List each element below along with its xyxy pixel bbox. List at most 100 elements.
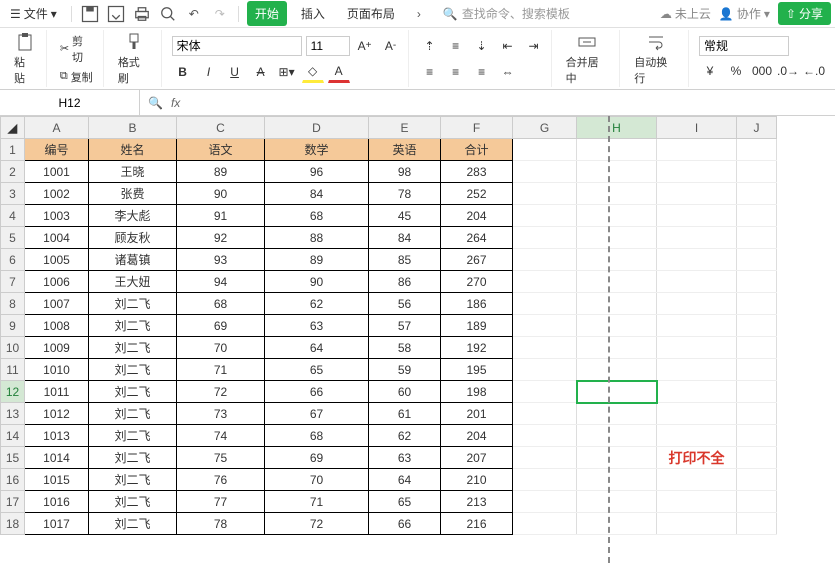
empty-cell[interactable] — [657, 403, 737, 425]
data-cell[interactable]: 68 — [265, 205, 369, 227]
data-cell[interactable]: 刘二飞 — [89, 425, 177, 447]
data-cell[interactable]: 1004 — [25, 227, 89, 249]
data-cell[interactable]: 王晓 — [89, 161, 177, 183]
cloud-status[interactable]: ☁ 未上云 — [660, 5, 711, 22]
strikethrough-button[interactable]: A — [250, 61, 272, 83]
data-cell[interactable]: 57 — [369, 315, 441, 337]
merge-across-icon[interactable]: ⇔ — [497, 61, 519, 83]
empty-cell[interactable] — [577, 139, 657, 161]
data-cell[interactable]: 186 — [441, 293, 513, 315]
decrease-indent-icon[interactable]: ⇤ — [497, 35, 519, 57]
print-icon[interactable] — [132, 4, 152, 24]
row-header[interactable]: 14 — [1, 425, 25, 447]
empty-cell[interactable] — [657, 293, 737, 315]
row-header[interactable]: 18 — [1, 513, 25, 535]
empty-cell[interactable] — [577, 227, 657, 249]
data-cell[interactable]: 84 — [369, 227, 441, 249]
row-header[interactable]: 13 — [1, 403, 25, 425]
data-cell[interactable]: 刘二飞 — [89, 491, 177, 513]
data-cell[interactable]: 刘二飞 — [89, 381, 177, 403]
data-cell[interactable]: 刘二飞 — [89, 359, 177, 381]
data-cell[interactable]: 207 — [441, 447, 513, 469]
empty-cell[interactable] — [577, 381, 657, 403]
data-cell[interactable]: 72 — [177, 381, 265, 403]
data-cell[interactable]: 89 — [177, 161, 265, 183]
empty-cell[interactable] — [577, 249, 657, 271]
data-cell[interactable]: 88 — [265, 227, 369, 249]
font-color-button[interactable]: A — [328, 61, 350, 83]
data-cell[interactable]: 204 — [441, 205, 513, 227]
undo-icon[interactable]: ↶ — [184, 4, 204, 24]
increase-indent-icon[interactable]: ⇥ — [523, 35, 545, 57]
empty-cell[interactable] — [737, 227, 777, 249]
empty-cell[interactable] — [657, 359, 737, 381]
row-header[interactable]: 9 — [1, 315, 25, 337]
bold-button[interactable]: B — [172, 61, 194, 83]
comma-icon[interactable]: 000 — [751, 60, 773, 82]
data-cell[interactable]: 诸葛镇 — [89, 249, 177, 271]
italic-button[interactable]: I — [198, 61, 220, 83]
data-cell[interactable]: 1014 — [25, 447, 89, 469]
data-cell[interactable]: 刘二飞 — [89, 447, 177, 469]
column-header-D[interactable]: D — [265, 117, 369, 139]
data-cell[interactable]: 58 — [369, 337, 441, 359]
empty-cell[interactable] — [657, 271, 737, 293]
empty-cell[interactable] — [737, 139, 777, 161]
data-cell[interactable]: 63 — [369, 447, 441, 469]
row-header[interactable]: 8 — [1, 293, 25, 315]
data-cell[interactable]: 1017 — [25, 513, 89, 535]
empty-cell[interactable] — [737, 359, 777, 381]
data-cell[interactable]: 1015 — [25, 469, 89, 491]
empty-cell[interactable] — [513, 183, 577, 205]
data-cell[interactable]: 65 — [369, 491, 441, 513]
empty-cell[interactable] — [657, 139, 737, 161]
empty-cell[interactable] — [513, 249, 577, 271]
data-cell[interactable]: 1008 — [25, 315, 89, 337]
increase-decimal-icon[interactable]: .0→ — [777, 60, 799, 82]
data-cell[interactable]: 1012 — [25, 403, 89, 425]
row-header[interactable]: 11 — [1, 359, 25, 381]
empty-cell[interactable] — [737, 183, 777, 205]
empty-cell[interactable] — [737, 469, 777, 491]
data-cell[interactable]: 70 — [265, 469, 369, 491]
empty-cell[interactable] — [513, 227, 577, 249]
empty-cell[interactable] — [657, 227, 737, 249]
align-middle-icon[interactable]: ≡ — [445, 35, 467, 57]
empty-cell[interactable] — [657, 249, 737, 271]
data-cell[interactable]: 45 — [369, 205, 441, 227]
border-button[interactable]: ⊞▾ — [276, 61, 298, 83]
row-header[interactable]: 15 — [1, 447, 25, 469]
column-header-I[interactable]: I — [657, 117, 737, 139]
data-cell[interactable]: 198 — [441, 381, 513, 403]
empty-cell[interactable] — [513, 139, 577, 161]
column-header-E[interactable]: E — [369, 117, 441, 139]
row-header[interactable]: 6 — [1, 249, 25, 271]
empty-cell[interactable] — [513, 403, 577, 425]
column-header-A[interactable]: A — [25, 117, 89, 139]
data-cell[interactable]: 74 — [177, 425, 265, 447]
data-cell[interactable]: 75 — [177, 447, 265, 469]
fx-icon[interactable]: fx — [171, 96, 180, 110]
data-cell[interactable]: 刘二飞 — [89, 513, 177, 535]
data-cell[interactable]: 90 — [177, 183, 265, 205]
data-cell[interactable]: 93 — [177, 249, 265, 271]
data-cell[interactable]: 1016 — [25, 491, 89, 513]
empty-cell[interactable] — [513, 205, 577, 227]
column-header-C[interactable]: C — [177, 117, 265, 139]
data-cell[interactable]: 89 — [265, 249, 369, 271]
copy-button[interactable]: ⧉复制 — [57, 68, 97, 86]
search-fx-icon[interactable]: 🔍 — [148, 96, 163, 110]
command-search[interactable]: 🔍 查找命令、搜索模板 — [443, 5, 570, 22]
data-cell[interactable]: 96 — [265, 161, 369, 183]
data-cell[interactable]: 76 — [177, 469, 265, 491]
row-header[interactable]: 3 — [1, 183, 25, 205]
data-cell[interactable]: 张费 — [89, 183, 177, 205]
empty-cell[interactable] — [577, 293, 657, 315]
data-cell[interactable]: 1003 — [25, 205, 89, 227]
percent-icon[interactable]: % — [725, 60, 747, 82]
save-as-icon[interactable] — [106, 4, 126, 24]
data-cell[interactable]: 1006 — [25, 271, 89, 293]
column-header-F[interactable]: F — [441, 117, 513, 139]
share-button[interactable]: ⇧ 分享 — [778, 2, 831, 25]
wrap-text-button[interactable]: 自动换行 — [630, 30, 682, 88]
